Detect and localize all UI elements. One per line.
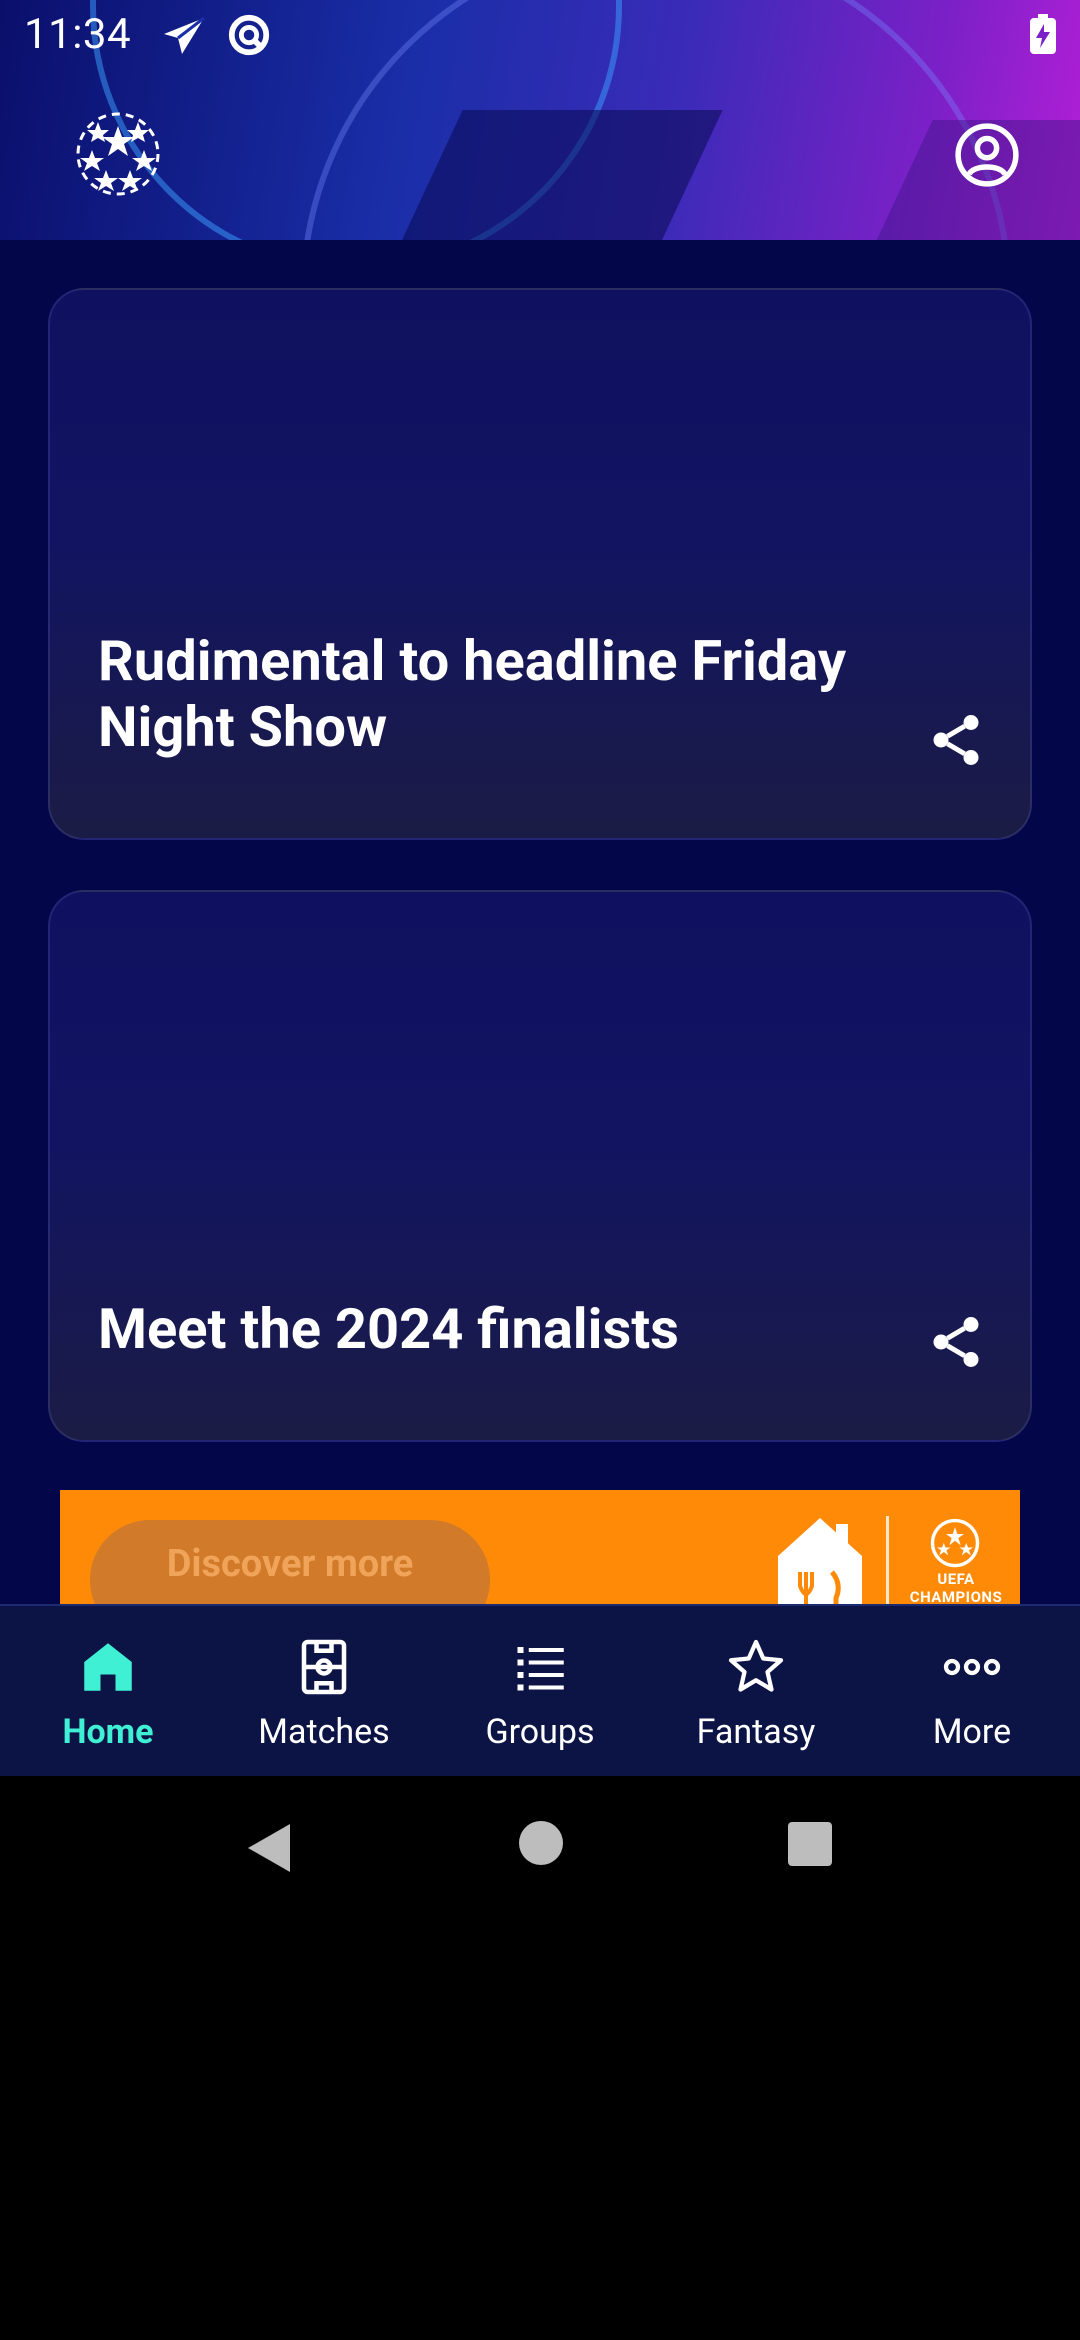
home-icon <box>84 1643 132 1691</box>
share-icon[interactable] <box>926 1312 986 1372</box>
nav-item-home[interactable]: Home <box>0 1606 216 1776</box>
more-icon <box>943 1658 1001 1676</box>
bottom-navigation: Home Matches Groups Fantasy More <box>0 1604 1080 1776</box>
nav-item-matches[interactable]: Matches <box>216 1606 432 1776</box>
nav-label-matches: Matches <box>258 1712 390 1752</box>
star-icon <box>728 1639 784 1692</box>
pitch-icon <box>301 1639 347 1695</box>
system-navigation-bar <box>0 1776 1080 1924</box>
nav-label-more: More <box>932 1712 1012 1752</box>
nav-label-groups: Groups <box>485 1712 595 1752</box>
news-card[interactable]: Rudimental to headline Friday Night Show <box>48 288 1032 840</box>
discover-more-button[interactable]: Discover more <box>90 1520 490 1606</box>
share-icon[interactable] <box>926 710 986 770</box>
recents-square-icon[interactable] <box>786 1820 834 1868</box>
back-icon[interactable] <box>244 1820 294 1876</box>
champions-league-ball-icon <box>930 1518 980 1568</box>
news-card[interactable]: Meet the 2024 finalists <box>48 890 1032 1442</box>
battery-charging-icon <box>1030 14 1056 54</box>
status-time: 11:34 <box>24 10 132 59</box>
champions-league-logo-icon[interactable] <box>68 104 168 204</box>
takeaway-house-icon <box>778 1518 862 1606</box>
list-icon <box>517 1647 564 1691</box>
home-circle-icon[interactable] <box>518 1820 564 1866</box>
nav-item-fantasy[interactable]: Fantasy <box>648 1606 864 1776</box>
news-card-title: Rudimental to headline Friday Night Show <box>98 628 847 760</box>
news-card-title: Meet the 2024 finalists <box>98 1296 679 1362</box>
nav-label-home: Home <box>62 1712 154 1752</box>
nav-label-fantasy: Fantasy <box>696 1712 816 1752</box>
send-icon <box>164 16 205 54</box>
data-saver-icon <box>228 14 270 56</box>
ucl-wordmark: UEFA CHAMPIONS <box>909 1570 1003 1606</box>
header: 11:34 <box>0 0 1080 240</box>
nav-item-more[interactable]: More <box>864 1606 1080 1776</box>
app-screen: 11:34 Rudimental to headline Friday Nigh… <box>0 0 1080 1776</box>
banner-divider <box>886 1516 889 1606</box>
status-bar: 11:34 <box>0 0 1080 72</box>
profile-icon[interactable] <box>954 122 1020 188</box>
nav-item-groups[interactable]: Groups <box>432 1606 648 1776</box>
sponsor-banner[interactable]: Discover more UEFA CHAMPIONS <box>60 1490 1020 1606</box>
